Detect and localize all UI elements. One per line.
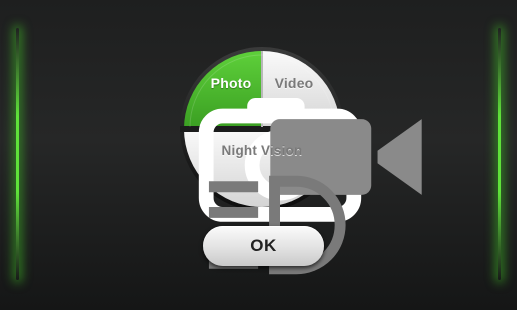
ok-button-label: OK: [250, 236, 277, 255]
headlight-icon: [208, 175, 346, 275]
video-mode-button[interactable]: Video: [264, 75, 422, 195]
photo-mode-button[interactable]: Photo: [198, 75, 362, 222]
left-glow-bar: [16, 28, 19, 280]
ok-button[interactable]: OK: [203, 226, 324, 266]
right-glow-bar: [498, 28, 501, 280]
mode-selector-dial: Photo Video Night Vision: [180, 47, 422, 275]
night-vision-mode-button[interactable]: Night Vision: [198, 143, 346, 275]
